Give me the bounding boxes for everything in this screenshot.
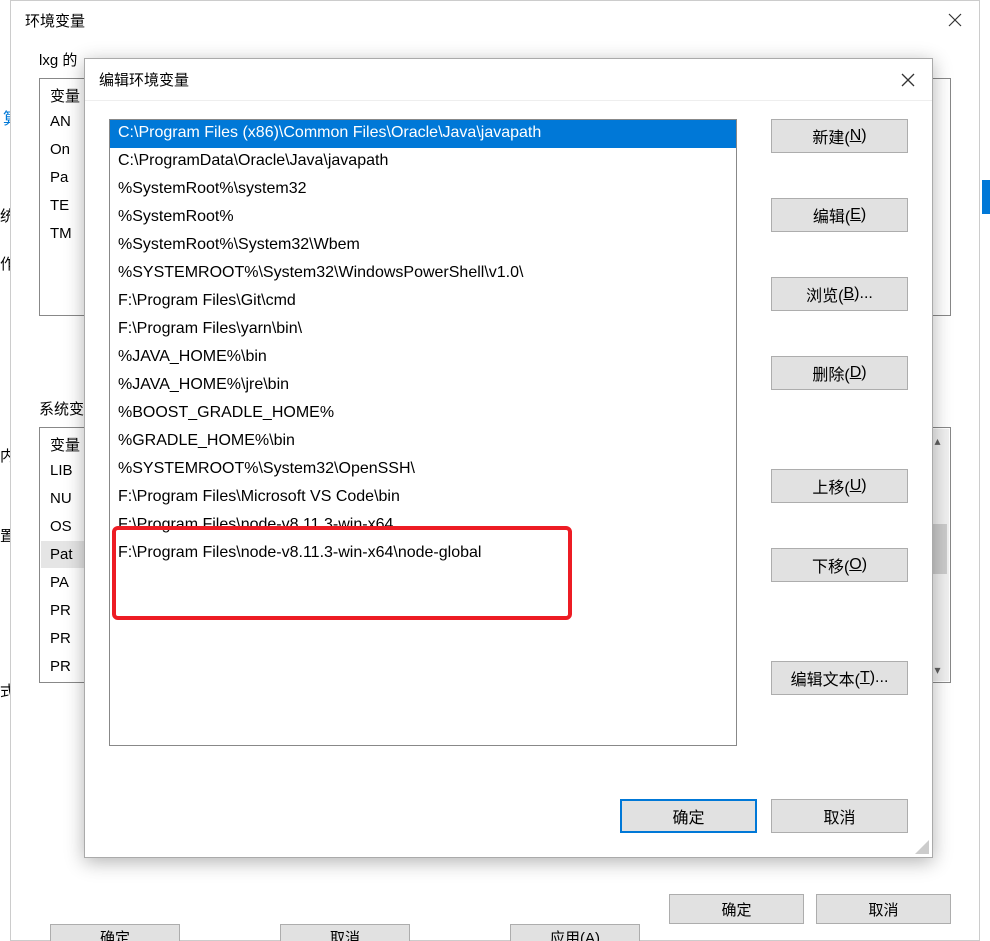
list-item[interactable]: PR bbox=[50, 658, 71, 675]
ok-button[interactable]: 确定 bbox=[50, 924, 180, 941]
list-item[interactable]: LIB bbox=[50, 462, 73, 479]
path-item[interactable]: C:\ProgramData\Oracle\Java\javapath bbox=[110, 148, 736, 176]
path-item[interactable]: C:\Program Files (x86)\Common Files\Orac… bbox=[110, 120, 736, 148]
background-accent bbox=[982, 180, 990, 214]
edit-env-variable-dialog: 编辑环境变量 C:\Program Files (x86)\Common Fil… bbox=[84, 58, 933, 858]
move-down-button[interactable]: 下移(O) bbox=[771, 548, 908, 582]
list-item[interactable]: TE bbox=[50, 197, 69, 214]
btn-label: )... bbox=[854, 285, 873, 303]
path-item[interactable]: %SystemRoot%\System32\Wbem bbox=[110, 232, 736, 260]
btn-label: 新建( bbox=[812, 124, 849, 148]
path-item[interactable]: %SystemRoot% bbox=[110, 204, 736, 232]
cancel-button[interactable]: 取消 bbox=[816, 894, 951, 924]
browse-button[interactable]: 浏览(B)... bbox=[771, 277, 908, 311]
path-item[interactable]: %JAVA_HOME%\jre\bin bbox=[110, 372, 736, 400]
btn-accel: D bbox=[850, 364, 862, 382]
btn-accel: B bbox=[844, 285, 855, 303]
path-item[interactable]: %JAVA_HOME%\bin bbox=[110, 344, 736, 372]
list-item[interactable]: PA bbox=[50, 574, 69, 591]
btn-accel: N bbox=[850, 127, 862, 145]
btn-label: 上移( bbox=[812, 474, 849, 498]
edit-text-button[interactable]: 编辑文本(T)... bbox=[771, 661, 908, 695]
bg-bottom-buttons: 确定 取消 应用(A) bbox=[50, 924, 640, 941]
new-button[interactable]: 新建(N) bbox=[771, 119, 908, 153]
path-item[interactable]: %SYSTEMROOT%\System32\WindowsPowerShell\… bbox=[110, 260, 736, 288]
apply-button[interactable]: 应用(A) bbox=[510, 924, 640, 941]
list-item[interactable]: Pa bbox=[50, 169, 68, 186]
path-item[interactable]: %BOOST_GRADLE_HOME% bbox=[110, 400, 736, 428]
cancel-button[interactable]: 取消 bbox=[280, 924, 410, 941]
close-button[interactable] bbox=[884, 60, 932, 100]
delete-button[interactable]: 删除(D) bbox=[771, 356, 908, 390]
path-item[interactable]: F:\Program Files\Microsoft VS Code\bin bbox=[110, 484, 736, 512]
list-item[interactable]: PR bbox=[50, 602, 71, 619]
close-icon bbox=[901, 73, 915, 87]
btn-label: 编辑( bbox=[813, 203, 850, 227]
path-listbox[interactable]: C:\Program Files (x86)\Common Files\Orac… bbox=[109, 119, 737, 746]
btn-accel: T bbox=[860, 669, 870, 687]
list-item[interactable]: AN bbox=[50, 113, 71, 130]
close-button[interactable] bbox=[931, 1, 979, 39]
edit-bottom-buttons: 确定 取消 bbox=[620, 799, 908, 833]
btn-accel: O bbox=[849, 556, 861, 574]
ok-button[interactable]: 确定 bbox=[669, 894, 804, 924]
btn-label: ) bbox=[861, 364, 866, 382]
path-item[interactable]: %SystemRoot%\system32 bbox=[110, 176, 736, 204]
path-item[interactable]: F:\Program Files\yarn\bin\ bbox=[110, 316, 736, 344]
btn-label: ) bbox=[862, 556, 867, 574]
btn-label: 编辑文本( bbox=[791, 666, 860, 690]
path-item[interactable]: F:\Program Files\Git\cmd bbox=[110, 288, 736, 316]
btn-label: ) bbox=[861, 206, 866, 224]
close-icon bbox=[948, 13, 962, 27]
btn-label: 浏览( bbox=[806, 282, 843, 306]
path-item[interactable]: F:\Program Files\node-v8.11.3-win-x64 bbox=[110, 512, 736, 540]
btn-label: 删除( bbox=[812, 361, 849, 385]
column-header: 变量 bbox=[50, 85, 80, 106]
env-dialog-bottom-buttons: 确定 取消 bbox=[669, 894, 951, 924]
env-dialog-title: 环境变量 bbox=[25, 10, 85, 31]
btn-label: )... bbox=[870, 669, 889, 687]
list-item[interactable]: On bbox=[50, 141, 70, 158]
ok-button[interactable]: 确定 bbox=[620, 799, 757, 833]
btn-accel: U bbox=[850, 477, 862, 495]
path-item[interactable]: %SYSTEMROOT%\System32\OpenSSH\ bbox=[110, 456, 736, 484]
btn-label: ) bbox=[861, 127, 866, 145]
edit-side-buttons: 新建(N) 编辑(E) 浏览(B)... 删除(D) 上移(U) 下移(O) 编… bbox=[771, 119, 908, 706]
resize-grip-icon[interactable] bbox=[915, 840, 929, 854]
move-up-button[interactable]: 上移(U) bbox=[771, 469, 908, 503]
cancel-button[interactable]: 取消 bbox=[771, 799, 908, 833]
btn-label: ) bbox=[861, 477, 866, 495]
edit-button[interactable]: 编辑(E) bbox=[771, 198, 908, 232]
btn-accel: E bbox=[850, 206, 861, 224]
list-item[interactable]: OS bbox=[50, 518, 72, 535]
list-item[interactable]: NU bbox=[50, 490, 72, 507]
edit-dialog-title: 编辑环境变量 bbox=[99, 69, 189, 90]
column-header: 变量 bbox=[50, 434, 80, 455]
list-item[interactable]: TM bbox=[50, 225, 72, 242]
list-item[interactable]: PR bbox=[50, 630, 71, 647]
env-titlebar: 环境变量 bbox=[11, 1, 979, 39]
path-item[interactable]: %GRADLE_HOME%\bin bbox=[110, 428, 736, 456]
list-item[interactable]: Pat bbox=[50, 546, 73, 563]
edit-titlebar: 编辑环境变量 bbox=[85, 59, 932, 101]
btn-label: 下移( bbox=[812, 553, 849, 577]
path-item[interactable]: F:\Program Files\node-v8.11.3-win-x64\no… bbox=[110, 540, 736, 568]
